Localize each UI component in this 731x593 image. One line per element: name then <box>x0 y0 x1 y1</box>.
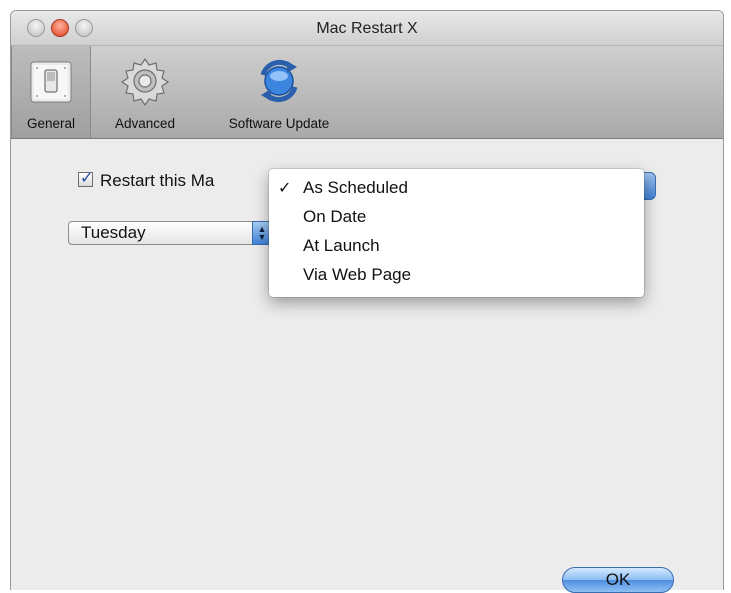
menu-item-on-date[interactable]: On Date <box>269 207 644 231</box>
schedule-menu: ✓ As Scheduled On Date At Launch Via Web… <box>269 169 644 297</box>
app-window: Mac Restart X General Advanced Software … <box>10 10 724 590</box>
restart-checkbox-label: Restart this Ma <box>100 171 215 190</box>
menu-item-label: At Launch <box>303 236 380 255</box>
check-icon: ✓ <box>278 180 292 197</box>
tab-general[interactable]: General <box>11 46 91 138</box>
preferences-toolbar: General Advanced Software Update <box>11 46 723 139</box>
window-title: Mac Restart X <box>316 20 418 37</box>
tab-software-update-label: Software Update <box>228 116 330 131</box>
tab-general-label: General <box>26 116 76 131</box>
light-switch-icon <box>30 61 72 103</box>
menu-item-as-scheduled[interactable]: ✓ As Scheduled <box>269 178 644 202</box>
title-bar[interactable]: Mac Restart X <box>11 11 723 46</box>
menu-item-label: On Date <box>303 207 367 226</box>
menu-item-via-web-page[interactable]: Via Web Page <box>269 265 644 289</box>
day-select[interactable]: Tuesday ▲ ▼ <box>68 221 272 245</box>
restart-checkbox[interactable]: ✓ <box>78 170 93 187</box>
day-select-value: Tuesday <box>81 223 146 242</box>
sync-arrows-icon <box>260 59 298 103</box>
menu-item-label: As Scheduled <box>303 178 408 197</box>
menu-item-label: Via Web Page <box>303 265 412 284</box>
restart-checkbox-row[interactable]: ✓ Restart this Ma <box>78 170 215 191</box>
tab-advanced[interactable]: Advanced <box>93 46 197 138</box>
tab-advanced-label: Advanced <box>114 116 176 131</box>
checkmark-icon: ✓ <box>80 170 94 187</box>
gear-icon <box>120 57 170 107</box>
tab-software-update[interactable]: Software Update <box>207 46 351 138</box>
menu-item-at-launch[interactable]: At Launch <box>269 236 644 260</box>
ok-button[interactable]: OK <box>562 567 674 593</box>
